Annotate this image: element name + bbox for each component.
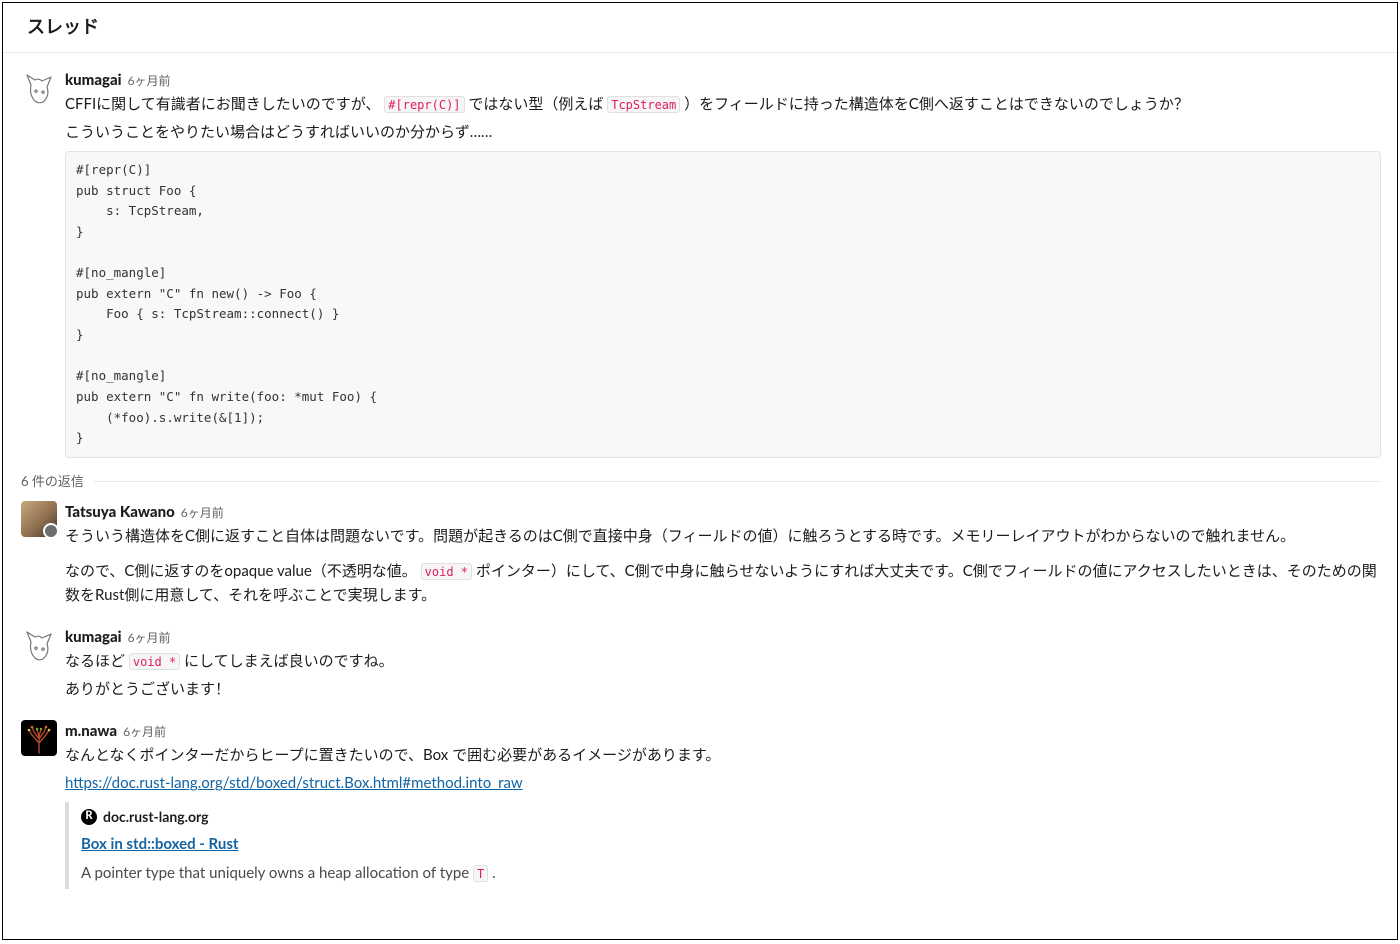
message-text: なるほど void * にしてしまえば良いのですね。 ありがとうございます！ <box>65 649 1381 703</box>
divider-line <box>94 481 1381 482</box>
inline-code: #[repr(C)] <box>384 96 464 113</box>
attachment-site: doc.rust-lang.org <box>103 805 209 828</box>
link-attachment: R doc.rust-lang.org Box in std::boxed - … <box>65 802 1381 889</box>
timestamp: 6ヶ月前 <box>181 504 224 522</box>
replies-count: 6 件の返信 <box>21 472 84 492</box>
favicon-icon: R <box>81 809 97 825</box>
thread-header: スレッド <box>3 3 1397 53</box>
inline-code: T <box>473 865 488 882</box>
cat-avatar-icon <box>21 69 57 105</box>
author-name[interactable]: m.nawa <box>65 720 117 743</box>
avatar[interactable] <box>21 626 57 662</box>
timestamp: 6ヶ月前 <box>128 72 171 90</box>
attachment-description: A pointer type that uniquely owns a heap… <box>81 861 1381 886</box>
author-name[interactable]: kumagai <box>65 69 122 92</box>
cat-avatar-icon <box>21 626 57 662</box>
message: m.nawa 6ヶ月前 なんとなくポインターだからヒープに置きたいので、Box … <box>21 712 1381 895</box>
message-text: なんとなくポインターだからヒープに置きたいので、Box で囲む必要があるイメージ… <box>65 743 1381 889</box>
message-text: CFFIに関して有識者にお聞きしたいのですが、 #[repr(C)] ではない型… <box>65 92 1381 458</box>
thread-title: スレッド <box>27 15 99 37</box>
thread-content: kumagai 6ヶ月前 CFFIに関して有識者にお聞きしたいのですが、 #[r… <box>3 53 1397 895</box>
avatar[interactable] <box>21 720 57 756</box>
message: Tatsuya Kawano 6ヶ月前 そういう構造体をC側に返すこと自体は問題… <box>21 493 1381 618</box>
author-name[interactable]: kumagai <box>65 626 122 649</box>
message-text: そういう構造体をC側に返すこと自体は問題ないです。問題が起きるのはC側で直接中身… <box>65 524 1381 608</box>
message: kumagai 6ヶ月前 CFFIに関して有識者にお聞きしたいのですが、 #[r… <box>21 61 1381 468</box>
author-name[interactable]: Tatsuya Kawano <box>65 501 175 524</box>
timestamp: 6ヶ月前 <box>128 629 171 647</box>
tree-avatar-icon <box>23 723 55 755</box>
avatar[interactable] <box>21 501 57 537</box>
replies-divider: 6 件の返信 <box>21 472 1381 492</box>
avatar[interactable] <box>21 69 57 105</box>
inline-code: void * <box>129 653 180 670</box>
timestamp: 6ヶ月前 <box>123 723 166 741</box>
external-link[interactable]: https://doc.rust-lang.org/std/boxed/stru… <box>65 774 523 792</box>
inline-code: void * <box>421 563 472 580</box>
message: kumagai 6ヶ月前 なるほど void * にしてしまえば良いのですね。 … <box>21 618 1381 712</box>
code-block: #[repr(C)] pub struct Foo { s: TcpStream… <box>65 151 1381 458</box>
attachment-title-link[interactable]: Box in std::boxed - Rust <box>81 835 239 853</box>
inline-code: TcpStream <box>607 96 680 113</box>
